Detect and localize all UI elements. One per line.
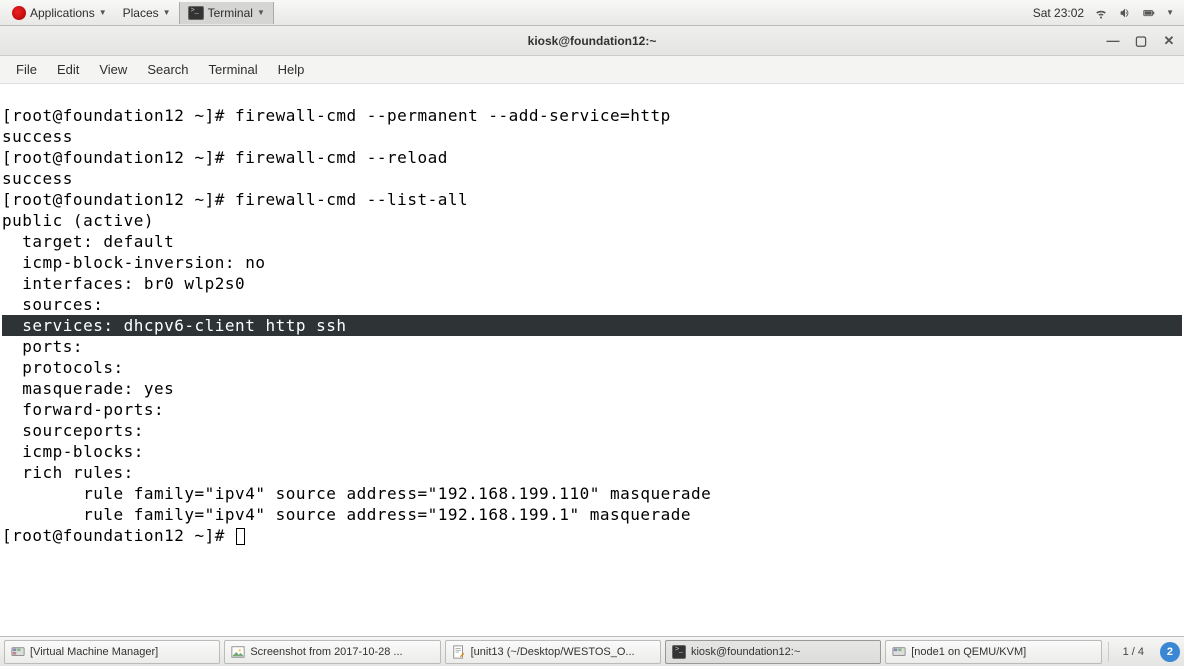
places-menu[interactable]: Places ▼: [115, 2, 179, 24]
task-label: [unit13 (~/Desktop/WESTOS_O...: [471, 646, 635, 658]
terminal-line: rich rules:: [2, 463, 144, 482]
task-terminal[interactable]: kiosk@foundation12:~: [665, 640, 881, 664]
menu-edit[interactable]: Edit: [47, 58, 89, 81]
cursor: [236, 528, 245, 545]
separator: [1108, 642, 1109, 662]
menu-help[interactable]: Help: [268, 58, 315, 81]
close-button[interactable]: ✕: [1162, 34, 1176, 48]
distro-icon: [12, 6, 26, 20]
top-panel: Applications ▼ Places ▼ Terminal ▼ Sat 2…: [0, 0, 1184, 26]
notification-badge[interactable]: 2: [1160, 642, 1180, 662]
chevron-down-icon: ▼: [257, 8, 265, 17]
menu-file[interactable]: File: [6, 58, 47, 81]
taskbar: [Virtual Machine Manager] Screenshot fro…: [0, 636, 1184, 666]
applications-label: Applications: [30, 6, 95, 20]
terminal-icon: [188, 6, 204, 20]
terminal-line: [root@foundation12 ~]# firewall-cmd --re…: [2, 148, 448, 167]
app-menu-terminal[interactable]: Terminal ▼: [179, 2, 274, 24]
minimize-button[interactable]: —: [1106, 34, 1120, 48]
task-screenshot[interactable]: Screenshot from 2017-10-28 ...: [224, 640, 440, 664]
terminal-line: [root@foundation12 ~]# firewall-cmd --li…: [2, 190, 468, 209]
terminal-line: sourceports:: [2, 421, 154, 440]
chevron-down-icon: ▼: [163, 8, 171, 17]
vmm-icon: [892, 645, 906, 659]
menu-terminal[interactable]: Terminal: [199, 58, 268, 81]
image-icon: [231, 645, 245, 659]
terminal-line: public (active): [2, 211, 154, 230]
terminal-output[interactable]: [root@foundation12 ~]# firewall-cmd --pe…: [0, 84, 1184, 634]
terminal-line: sources:: [2, 295, 113, 314]
task-label: [node1 on QEMU/KVM]: [911, 646, 1026, 658]
places-label: Places: [123, 6, 159, 20]
menu-search[interactable]: Search: [137, 58, 198, 81]
terminal-line: protocols:: [2, 358, 134, 377]
menu-view[interactable]: View: [89, 58, 137, 81]
volume-icon[interactable]: [1118, 6, 1132, 20]
battery-icon[interactable]: [1142, 6, 1156, 20]
terminal-line: rule family="ipv4" source address="192.1…: [2, 484, 711, 503]
terminal-line: masquerade: yes: [2, 379, 174, 398]
window-titlebar[interactable]: kiosk@foundation12:~ — ▢ ✕: [0, 26, 1184, 56]
terminal-line: rule family="ipv4" source address="192.1…: [2, 505, 691, 524]
menu-bar: File Edit View Search Terminal Help: [0, 56, 1184, 84]
terminal-line: interfaces: br0 wlp2s0: [2, 274, 245, 293]
task-label: kiosk@foundation12:~: [691, 646, 800, 658]
terminal-line: icmp-blocks:: [2, 442, 154, 461]
terminal-label: Terminal: [208, 6, 253, 20]
chevron-down-icon[interactable]: ▼: [1166, 8, 1174, 17]
terminal-line: target: default: [2, 232, 174, 251]
wifi-icon[interactable]: [1094, 6, 1108, 20]
terminal-line: icmp-block-inversion: no: [2, 253, 265, 272]
task-vm-node1[interactable]: [node1 on QEMU/KVM]: [885, 640, 1101, 664]
window-title: kiosk@foundation12:~: [528, 34, 657, 48]
terminal-line: forward-ports:: [2, 400, 174, 419]
workspace-switcher[interactable]: 1 / 4: [1115, 646, 1152, 658]
task-gedit[interactable]: [unit13 (~/Desktop/WESTOS_O...: [445, 640, 661, 664]
maximize-button[interactable]: ▢: [1134, 34, 1148, 48]
terminal-line-highlight: services: dhcpv6-client http ssh: [2, 315, 1182, 336]
text-editor-icon: [452, 645, 466, 659]
terminal-prompt: [root@foundation12 ~]#: [2, 526, 235, 545]
terminal-line: success: [2, 127, 73, 146]
terminal-icon: [672, 645, 686, 659]
task-label: [Virtual Machine Manager]: [30, 646, 158, 658]
clock[interactable]: Sat 23:02: [1033, 6, 1084, 20]
task-virtual-machine-manager[interactable]: [Virtual Machine Manager]: [4, 640, 220, 664]
applications-menu[interactable]: Applications ▼: [4, 2, 115, 24]
task-label: Screenshot from 2017-10-28 ...: [250, 646, 402, 658]
terminal-line: success: [2, 169, 73, 188]
terminal-line: ports:: [2, 337, 93, 356]
chevron-down-icon: ▼: [99, 8, 107, 17]
vmm-icon: [11, 645, 25, 659]
terminal-line: [root@foundation12 ~]# firewall-cmd --pe…: [2, 106, 671, 125]
